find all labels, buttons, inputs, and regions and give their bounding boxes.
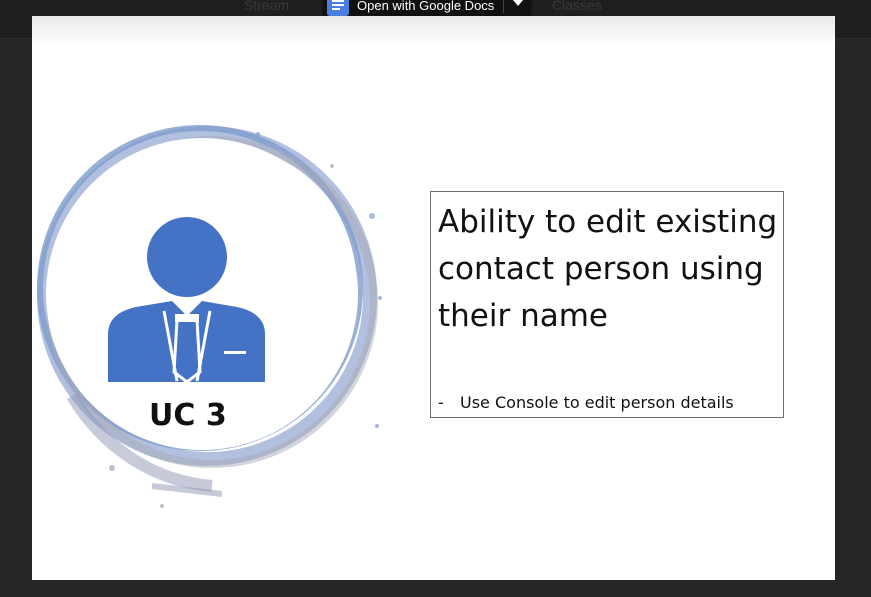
bullet-text: Use Console to edit person details (460, 393, 734, 412)
slide-title: Ability to edit existing contact person … (438, 204, 778, 334)
open-with-label: Open with Google Docs (357, 0, 495, 13)
bullet-item: - Use Console to edit person details (438, 393, 734, 412)
button-divider (503, 0, 504, 13)
tab-classes[interactable]: Classes (552, 0, 602, 13)
description-box: Ability to edit existing contact person … (430, 191, 784, 418)
uc-graphic (37, 125, 382, 508)
tab-stream[interactable]: Stream (244, 0, 289, 13)
open-with-dropdown[interactable] (509, 0, 527, 13)
uc-number-label: UC 3 (149, 398, 227, 433)
google-docs-icon (327, 0, 349, 16)
bullet-marker: - (438, 393, 444, 412)
presentation-slide: UC 3 Ability to edit existing contact pe… (32, 16, 835, 580)
chevron-down-icon (513, 0, 523, 6)
open-with-google-docs-button[interactable]: Open with Google Docs (323, 0, 531, 16)
